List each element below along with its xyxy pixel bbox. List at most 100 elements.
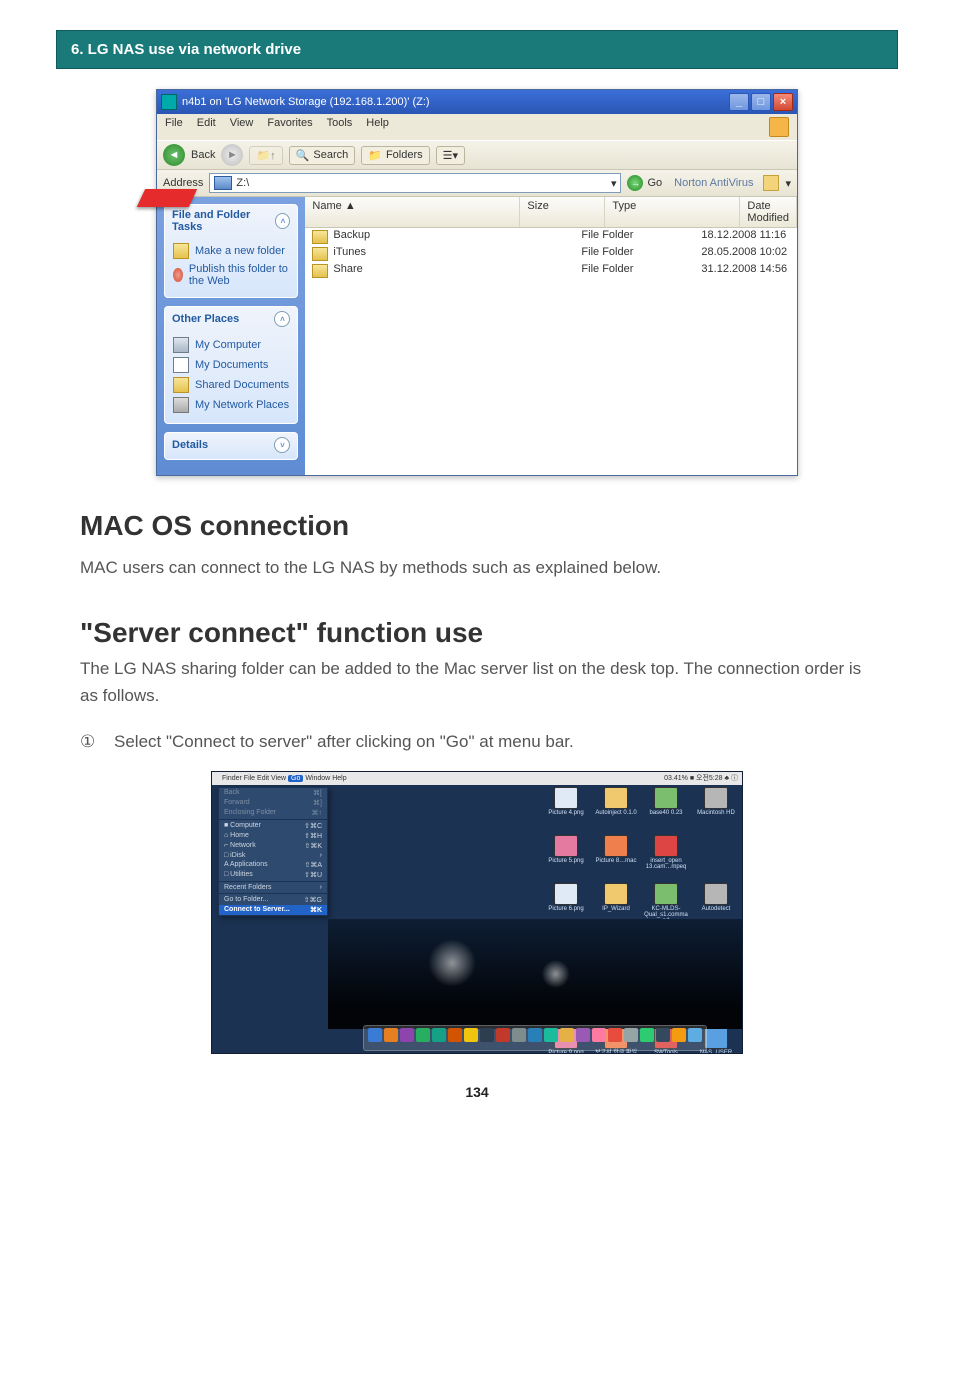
mac-menu-edit[interactable]: Edit [257, 775, 269, 782]
dock-item-icon[interactable] [576, 1028, 590, 1042]
folder-icon [312, 247, 328, 261]
menu-favorites[interactable]: Favorites [267, 117, 312, 137]
dock[interactable] [363, 1025, 707, 1051]
desktop-icon[interactable]: Picture 4.png [542, 787, 590, 833]
other-places-panel: Other Places ˄ My ComputerMy DocumentsSh… [164, 306, 298, 424]
dock-item-icon[interactable] [464, 1028, 478, 1042]
collapse-button[interactable]: ˄ [275, 213, 290, 229]
sidebar-item[interactable]: My Documents [173, 355, 289, 375]
mon-icon [173, 337, 189, 353]
dock-item-icon[interactable] [480, 1028, 494, 1042]
folder-icon [312, 230, 328, 244]
dock-item-icon[interactable] [624, 1028, 638, 1042]
drive-icon [161, 94, 177, 110]
up-button[interactable]: 📁↑ [249, 146, 282, 165]
dock-item-icon[interactable] [448, 1028, 462, 1042]
go-menu-item[interactable]: Recent Folders› [219, 883, 327, 892]
dock-item-icon[interactable] [528, 1028, 542, 1042]
dock-item-icon[interactable] [608, 1028, 622, 1042]
mac-menu-go[interactable]: Go [288, 775, 303, 782]
go-menu-item[interactable]: ⌐ Network⇧⌘K [219, 841, 327, 851]
go-menu-item[interactable]: Forward⌘] [219, 798, 327, 808]
go-menu-item[interactable]: □ iDisk› [219, 851, 327, 860]
minimize-button[interactable]: _ [729, 93, 749, 111]
sidebar-item[interactable]: Shared Documents [173, 375, 289, 395]
go-menu-item[interactable]: Back⌘[ [219, 788, 327, 798]
dock-item-icon[interactable] [432, 1028, 446, 1042]
mac-menu-bar: Finder File Edit View Go Window Help 03.… [212, 772, 742, 785]
go-menu-item[interactable]: Connect to Server...⌘K [219, 905, 327, 915]
desktop-icon[interactable]: Picture 8…mac [592, 835, 640, 881]
dock-item-icon[interactable] [672, 1028, 686, 1042]
go-menu-item[interactable]: A Applications⇧⌘A [219, 860, 327, 870]
details-panel: Details ˅ [164, 432, 298, 460]
dock-item-icon[interactable] [416, 1028, 430, 1042]
table-row[interactable]: BackupFile Folder18.12.2008 11:16 [305, 228, 797, 245]
desktop-icon[interactable]: Picture 5.png [542, 835, 590, 881]
menu-edit[interactable]: Edit [197, 117, 216, 137]
dock-item-icon[interactable] [496, 1028, 510, 1042]
desktop-icon[interactable] [692, 835, 740, 881]
menu-help[interactable]: Help [366, 117, 389, 137]
go-button[interactable]: → Go [627, 175, 662, 191]
desktop-icon[interactable]: Macintosh HD [692, 787, 740, 833]
dock-item-icon[interactable] [560, 1028, 574, 1042]
dock-item-icon[interactable] [592, 1028, 606, 1042]
maximize-button[interactable]: □ [751, 93, 771, 111]
dock-item-icon[interactable] [512, 1028, 526, 1042]
fold-icon [173, 243, 189, 259]
address-input[interactable]: Z:\ ▾ [209, 173, 621, 193]
mac-menu-view[interactable]: View [271, 775, 286, 782]
collapse-button[interactable]: ˄ [274, 311, 290, 327]
col-size[interactable]: Size [520, 197, 605, 227]
back-button[interactable]: ◄ [163, 144, 185, 166]
mac-menu-help[interactable]: Help [332, 775, 346, 782]
step-1: Select "Connect to server" after clickin… [80, 728, 874, 755]
folders-button[interactable]: 📁 Folders [361, 146, 429, 165]
go-menu-item[interactable]: Enclosing Folder⌘↑ [219, 808, 327, 818]
col-type[interactable]: Type [605, 197, 740, 227]
desktop-icon[interactable]: insert_open 13.cam…mpeq [642, 835, 690, 881]
expand-button[interactable]: ˅ [274, 437, 290, 453]
close-button[interactable]: × [773, 93, 793, 111]
table-row[interactable]: iTunesFile Folder28.05.2008 10:02 [305, 245, 797, 262]
sidebar-item[interactable]: Make a new folder [173, 241, 289, 261]
tasks-heading: File and Folder Tasks [172, 209, 275, 233]
views-button[interactable]: ☰▾ [436, 146, 465, 165]
file-icon [554, 835, 578, 857]
go-menu-item[interactable]: ⌂ Home⇧⌘H [219, 831, 327, 841]
dock-item-icon[interactable] [384, 1028, 398, 1042]
col-name[interactable]: Name ▲ [305, 197, 520, 227]
dock-item-icon[interactable] [544, 1028, 558, 1042]
sidebar-item[interactable]: Publish this folder to the Web [173, 261, 289, 289]
menu-view[interactable]: View [230, 117, 254, 137]
dock-item-icon[interactable] [656, 1028, 670, 1042]
desktop-icon[interactable]: base40 0.23 [642, 787, 690, 833]
chapter-text: 6. LG NAS use via network drive [71, 41, 301, 58]
file-icon [604, 835, 628, 857]
go-menu-item[interactable]: Go to Folder...⇧⌘G [219, 895, 327, 905]
go-menu-item[interactable]: ■ Computer⇧⌘C [219, 821, 327, 831]
sidebar-item[interactable]: My Computer [173, 335, 289, 355]
mac-menu-file[interactable]: File [244, 775, 255, 782]
col-date[interactable]: Date Modified [740, 197, 797, 227]
mac-menu-finder[interactable]: Finder [222, 775, 242, 782]
go-menu[interactable]: Back⌘[Forward⌘]Enclosing Folder⌘↑ ■ Compu… [218, 787, 328, 916]
menu-tools[interactable]: Tools [327, 117, 353, 137]
search-button[interactable]: 🔍 Search [289, 146, 356, 165]
mac-menu-window[interactable]: Window [305, 775, 330, 782]
dock-item-icon[interactable] [640, 1028, 654, 1042]
forward-button[interactable]: ► [221, 144, 243, 166]
dock-item-icon[interactable] [400, 1028, 414, 1042]
dock-item-icon[interactable] [688, 1028, 702, 1042]
sidebar-item[interactable]: My Network Places [173, 395, 289, 415]
norton-icon [763, 175, 779, 191]
file-folder-tasks-panel: File and Folder Tasks ˄ Make a new folde… [164, 204, 298, 298]
menu-file[interactable]: File [165, 117, 183, 137]
address-value: Z:\ [236, 177, 249, 189]
table-row[interactable]: ShareFile Folder31.12.2008 14:56 [305, 262, 797, 279]
go-menu-item[interactable]: □ Utilities⇧⌘U [219, 870, 327, 880]
dock-item-icon[interactable] [368, 1028, 382, 1042]
details-heading: Details [172, 439, 208, 451]
desktop-icon[interactable]: Autoinject 0.1.0 [592, 787, 640, 833]
